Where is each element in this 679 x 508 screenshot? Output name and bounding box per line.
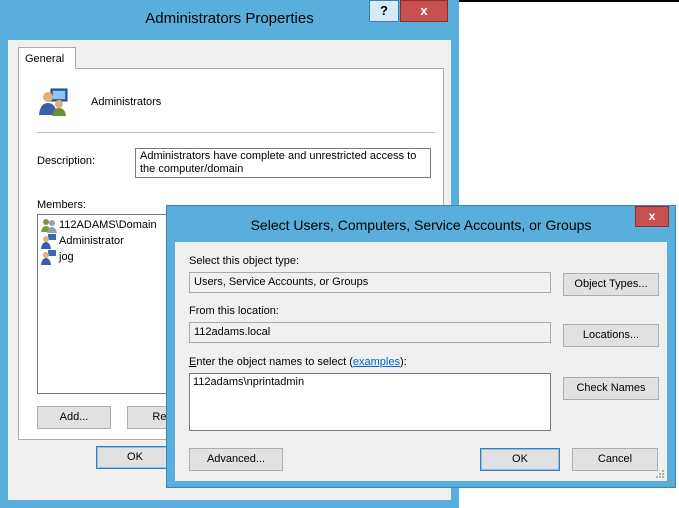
close-button[interactable]: x xyxy=(400,0,448,22)
dialog-title[interactable]: Select Users, Computers, Service Account… xyxy=(167,217,675,233)
location-label: From this location: xyxy=(189,305,279,317)
description-field[interactable]: Administrators have complete and unrestr… xyxy=(135,148,431,178)
close-button[interactable]: x xyxy=(635,206,669,227)
object-names-input[interactable]: 112adams\nprintadmin xyxy=(189,373,551,431)
member-name: 112ADAMS\Domain xyxy=(59,219,157,231)
description-label: Description: xyxy=(37,155,96,167)
help-button[interactable]: ? xyxy=(369,0,399,22)
locations-button[interactable]: Locations... xyxy=(563,324,659,347)
examples-link[interactable]: examples xyxy=(353,356,400,368)
object-type-label: Select this object type: xyxy=(189,255,300,267)
object-types-button[interactable]: Object Types... xyxy=(563,273,659,296)
title-bar[interactable]: Administrators Properties ? x xyxy=(0,0,459,40)
member-name: jog xyxy=(59,251,74,263)
user-icon xyxy=(41,250,56,265)
resize-grip-icon[interactable] xyxy=(655,469,665,479)
dialog-client-area: Select this object type: Users, Service … xyxy=(175,242,667,481)
group-icon xyxy=(41,219,57,233)
location-field: 112adams.local xyxy=(189,322,551,343)
check-names-button[interactable]: Check Names xyxy=(563,377,659,400)
separator xyxy=(37,132,435,133)
select-users-dialog: Select Users, Computers, Service Account… xyxy=(166,205,676,488)
cancel-button[interactable]: Cancel xyxy=(572,448,658,471)
member-name: Administrator xyxy=(59,235,124,247)
members-label: Members: xyxy=(37,199,86,211)
user-icon xyxy=(41,234,56,249)
advanced-button[interactable]: Advanced... xyxy=(189,448,283,471)
object-names-label: Enter the object names to select (exampl… xyxy=(189,356,407,368)
object-type-field: Users, Service Accounts, or Groups xyxy=(189,272,551,293)
tab-general[interactable]: General xyxy=(18,47,76,69)
label-text: nter the object names to select ( xyxy=(196,356,353,368)
group-name: Administrators xyxy=(91,96,162,108)
label-end: ): xyxy=(399,356,407,368)
ok-button[interactable]: OK xyxy=(480,448,560,471)
add-button[interactable]: Add... xyxy=(37,406,111,429)
group-icon xyxy=(39,88,68,116)
ok-button[interactable]: OK xyxy=(96,446,174,469)
